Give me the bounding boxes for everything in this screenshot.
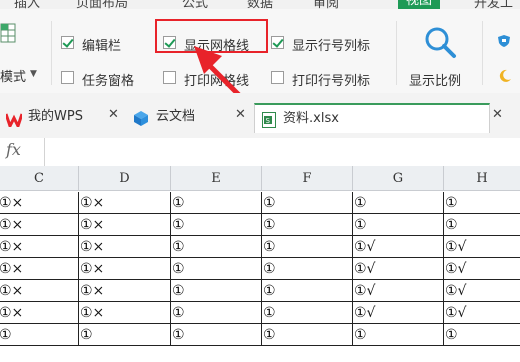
document-tab-bar: 我的WPS ✕ 云文档 ✕ S 资料.xlsx ✕ [0, 93, 520, 139]
column-header-g[interactable]: G [353, 166, 444, 191]
column-header-e[interactable]: E [171, 166, 262, 191]
mode-label[interactable]: 模式 [0, 66, 26, 85]
table-cell[interactable]: ① [171, 258, 262, 280]
close-icon[interactable]: ✕ [108, 107, 119, 122]
table-cell[interactable]: ① [79, 324, 171, 346]
checkbox-show-headings[interactable] [271, 36, 284, 49]
menu-tab-review[interactable]: 审阅 [313, 0, 339, 9]
wps-logo-icon [4, 110, 24, 130]
table-cell[interactable]: ①√ [444, 280, 520, 302]
table-cell[interactable]: ① [262, 192, 353, 214]
magnifier-icon[interactable] [423, 25, 457, 59]
table-cell[interactable]: ①× [0, 258, 79, 280]
column-header-f[interactable]: F [262, 166, 353, 191]
label-formula-bar: 编辑栏 [82, 39, 122, 54]
table-cell[interactable]: ① [262, 324, 353, 346]
menu-tab-developer[interactable]: 开发工 [474, 0, 513, 9]
table-cell[interactable]: ①× [79, 280, 171, 302]
table-cell[interactable]: ① [171, 192, 262, 214]
label-print-headings: 打印行号列标 [292, 74, 371, 89]
table-cell[interactable]: ① [444, 214, 520, 236]
table-cell[interactable]: ① [262, 258, 353, 280]
table-cell[interactable]: ①√ [444, 236, 520, 258]
tab-spreadsheet-label: 资料.xlsx [283, 111, 339, 126]
label-task-pane: 任务窗格 [82, 74, 135, 89]
tab-cloud-docs-label: 云文档 [156, 109, 196, 124]
moon-icon[interactable] [497, 68, 513, 84]
table-cell[interactable]: ①√ [444, 302, 520, 324]
ribbon-divider [51, 21, 52, 85]
table-cell[interactable]: ① [0, 324, 79, 346]
tab-my-wps-label: 我的WPS [28, 109, 83, 124]
table-row: ①× ①× ① ① ① ① [0, 192, 520, 214]
ribbon-divider [396, 21, 397, 85]
table-cell[interactable]: ① [262, 214, 353, 236]
table-cell[interactable]: ① [171, 280, 262, 302]
table-cell[interactable]: ①× [0, 280, 79, 302]
table-row: ①× ①× ① ① ①√ ①√ [0, 236, 520, 258]
menu-tab-insert[interactable]: 插入 [14, 0, 40, 9]
label-show-headings: 显示行号列标 [292, 39, 371, 54]
close-icon[interactable]: ✕ [492, 107, 503, 122]
checkbox-task-pane[interactable] [61, 71, 74, 84]
table-cell[interactable]: ①√ [353, 258, 444, 280]
column-header-row: C D E F G H [0, 166, 520, 191]
sheet-grid: ①× ①× ① ① ① ① ①× ①× ① ① ① ① ①× ①× ① ① ①√ ①√ ①× ①× ① ① ①√ ①√ ①× ①×… [0, 191, 520, 362]
formula-input[interactable] [45, 138, 520, 166]
spreadsheet-file-icon: S [262, 111, 276, 128]
table-cell[interactable]: ①× [0, 236, 79, 258]
table-cell[interactable]: ① [262, 302, 353, 324]
svg-text:S: S [266, 117, 271, 125]
table-cell[interactable]: ①√ [353, 236, 444, 258]
table-cell[interactable]: ①√ [353, 280, 444, 302]
table-cell[interactable]: ① [171, 324, 262, 346]
fx-icon[interactable]: fx [6, 140, 21, 159]
tab-spreadsheet[interactable]: S 资料.xlsx [254, 103, 490, 133]
zoom-label[interactable]: 显示比例 [409, 70, 461, 89]
table-cell[interactable]: ① [262, 236, 353, 258]
menu-tab-view[interactable]: 视图 [398, 0, 441, 9]
column-header-h[interactable]: H [444, 166, 520, 191]
table-cell[interactable]: ①√ [444, 258, 520, 280]
menu-bar: 插入 页面布局 公式 数据 审阅 视图 开发工 [0, 0, 520, 9]
chevron-down-icon[interactable]: ▼ [30, 69, 37, 79]
table-cell[interactable]: ① [171, 236, 262, 258]
table-cell[interactable]: ① [171, 214, 262, 236]
table-cell[interactable]: ①× [0, 214, 79, 236]
table-cell[interactable]: ①√ [353, 302, 444, 324]
ribbon-divider [482, 21, 483, 85]
table-cell[interactable]: ① [353, 192, 444, 214]
table-cell[interactable]: ①× [79, 236, 171, 258]
checkbox-print-gridlines[interactable] [163, 71, 176, 84]
table-cell[interactable]: ①× [0, 302, 79, 324]
table-cell[interactable]: ①× [0, 192, 79, 214]
table-cell[interactable]: ① [444, 324, 520, 346]
table-cell[interactable]: ①× [79, 192, 171, 214]
table-cell[interactable]: ① [444, 192, 520, 214]
table-cell[interactable]: ① [353, 214, 444, 236]
checkbox-print-headings[interactable] [271, 71, 284, 84]
table-row: ①①①①①① [0, 324, 520, 346]
checkbox-formula-bar[interactable] [61, 36, 74, 49]
table-cell[interactable]: ①× [79, 302, 171, 324]
column-header-d[interactable]: D [79, 166, 171, 191]
table-cell[interactable]: ① [262, 280, 353, 302]
table-row: ①× ①× ① ① ①√ ①√ [0, 280, 520, 302]
table-row: ①× ①× ① ① ①√ ①√ [0, 302, 520, 324]
table-row: ①× ①× ① ① ① ① [0, 214, 520, 236]
shield-icon[interactable] [497, 33, 511, 47]
formula-bar: fx [0, 138, 520, 167]
table-row: ①× ①× ① ① ①√ ①√ [0, 258, 520, 280]
table-cell[interactable]: ① [171, 302, 262, 324]
table-cell[interactable]: ①× [79, 258, 171, 280]
cube-icon [133, 109, 149, 126]
column-header-c[interactable]: C [0, 166, 79, 191]
layout-mode-icon[interactable] [0, 23, 16, 43]
table-cell[interactable]: ①× [79, 214, 171, 236]
menu-tab-data[interactable]: 数据 [247, 0, 273, 9]
menu-tab-page-layout[interactable]: 页面布局 [76, 0, 128, 9]
menu-tab-formulas[interactable]: 公式 [182, 0, 208, 9]
table-cell[interactable]: ① [353, 324, 444, 346]
close-icon[interactable]: ✕ [235, 107, 246, 122]
